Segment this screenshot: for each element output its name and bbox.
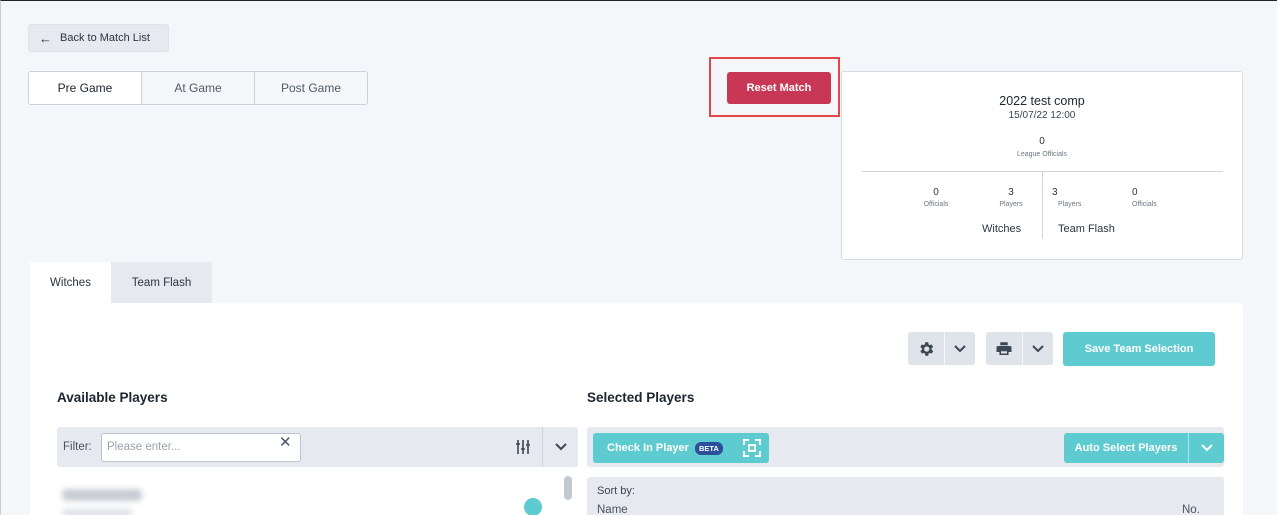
sort-number-option[interactable]: No. [1182,504,1200,515]
away-officials-count: 0 [1132,187,1138,198]
match-datetime: 15/07/22 12:00 [1008,110,1076,121]
back-label: Back to Match List [60,32,150,44]
home-players-label: Players [999,201,1023,208]
away-players-label: Players [1058,201,1082,208]
home-team-name: Witches [982,223,1022,235]
auto-select-label: Auto Select Players [1064,433,1189,463]
available-players-heading: Available Players [57,390,168,405]
filter-input[interactable]: Please enter... [101,433,301,462]
arrow-left-icon: ← [39,30,52,46]
away-players-count: 3 [1052,187,1058,198]
filter-label: Filter: [63,441,92,453]
home-players-count: 3 [1008,187,1014,198]
home-officials-count: 0 [933,187,939,198]
selected-toolbar: Check In Player BETA Auto Select Players [587,427,1224,467]
chevron-down-icon[interactable] [544,427,578,467]
sort-panel: Sort by: Name No. [587,477,1224,515]
competition-name: 2022 test comp [999,94,1085,108]
clear-icon[interactable]: ✕ [279,433,292,451]
tab-witches[interactable]: Witches [30,262,111,303]
list-item[interactable] [57,479,567,515]
match-summary-card: 2022 test comp 15/07/22 12:00 0 League O… [841,71,1243,260]
gear-icon [908,332,945,365]
league-officials-count: 0 [1039,136,1045,147]
check-in-label: Check In Player [607,442,689,454]
sliders-icon [515,440,530,454]
print-dropdown[interactable] [986,332,1053,365]
selected-players-heading: Selected Players [587,390,695,405]
printer-icon [986,332,1023,365]
phase-tabs: Pre Game At Game Post Game [28,71,368,105]
player-detail-blurred [62,509,132,515]
filter-bar: Filter: Please enter... ✕ [57,427,578,467]
column-filter-button[interactable] [503,427,543,467]
sort-name-option[interactable]: Name [597,504,628,515]
chevron-down-icon [1189,433,1224,463]
league-officials-label: League Officials [1016,151,1068,158]
sort-by-label: Sort by: [597,485,635,497]
tab-post-game[interactable]: Post Game [255,72,367,104]
tab-team-flash[interactable]: Team Flash [111,262,212,303]
away-team-name: Team Flash [1058,223,1115,235]
tab-pre-game[interactable]: Pre Game [29,72,142,104]
save-team-selection-button[interactable]: Save Team Selection [1063,332,1215,366]
back-to-match-list-button[interactable]: ← Back to Match List [28,24,169,52]
settings-dropdown[interactable] [908,332,975,365]
scan-icon[interactable] [737,433,767,468]
beta-badge: BETA [694,441,723,455]
scrollbar[interactable] [564,476,572,500]
chevron-down-icon [1023,332,1053,365]
home-officials-label: Officials [923,201,949,208]
tab-at-game[interactable]: At Game [142,72,255,104]
team-tabs: Witches Team Flash [30,262,212,303]
add-player-icon[interactable] [524,498,542,515]
reset-match-button[interactable]: Reset Match [727,72,831,104]
away-officials-label: Officials [1132,201,1157,208]
auto-select-players-button[interactable]: Auto Select Players [1064,433,1224,463]
player-name-blurred [62,489,142,501]
card-team-divider [1042,172,1043,239]
chevron-down-icon [945,332,975,365]
